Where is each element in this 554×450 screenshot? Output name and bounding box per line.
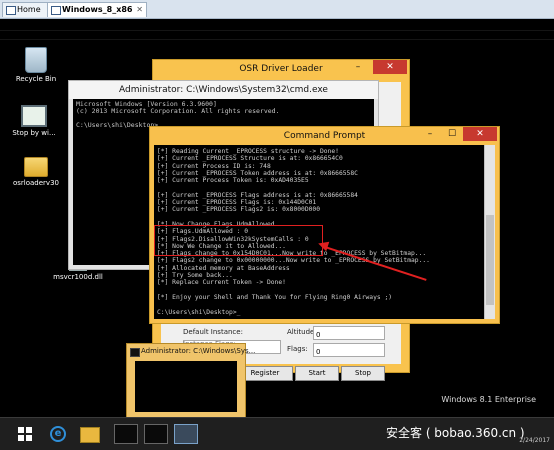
internet-explorer-icon[interactable]: e — [50, 426, 66, 442]
console-line: [+] Current Process ID is: 748 — [157, 162, 271, 170]
windows-edition-watermark: Windows 8.1 Enterprise — [441, 395, 536, 404]
preview-title: Administrator: C:\Windows\Sys... — [141, 347, 256, 355]
file-explorer-icon[interactable] — [80, 427, 100, 443]
cmd-icon — [130, 348, 140, 357]
console-line: [+] Current _EPROCESS Structure is at: 0… — [157, 155, 343, 163]
tab-home-label: Home — [17, 5, 41, 14]
admin-cmd-title: Administrator: C:\Windows\System32\cmd.e… — [69, 81, 378, 99]
start-icon-part — [26, 435, 32, 441]
taskbar-cmd-1[interactable] — [114, 424, 138, 444]
tab-windows-8-x86[interactable]: Windows_8_x86 ✕ — [47, 2, 147, 17]
console-line: [*] Enjoy your Shell and Thank You for F… — [157, 293, 393, 301]
taskbar-cmd-3[interactable] — [174, 424, 198, 444]
highlight-annotation-box — [154, 225, 323, 256]
desktop-icon-stop-by[interactable]: Stop by wi... — [6, 105, 62, 137]
site-watermark: 安全客 ( bobao.360.cn ) — [386, 426, 525, 440]
default-instance-label: Default Instance: — [183, 328, 243, 336]
flags-field[interactable]: 0 — [313, 343, 385, 357]
scrollbar-thumb[interactable] — [486, 215, 494, 305]
desktop-line — [0, 30, 554, 31]
console-line: [+] Current _EPROCESS Token address is a… — [157, 169, 358, 177]
console-line: [+] Current _EPROCESS Flags2 is: 0x8000D… — [157, 206, 321, 214]
taskbar-cmd-2[interactable] — [144, 424, 168, 444]
desktop-icon-osrloader[interactable]: osrloaderv30 — [8, 157, 64, 187]
start-service-button[interactable]: Start Service — [295, 366, 339, 390]
console-line: C:\Users\shi\Desktop>_ — [157, 308, 241, 316]
desktop-line — [0, 39, 554, 40]
start-icon-part — [18, 427, 24, 433]
desktop-icon-label: Stop by wi... — [12, 129, 56, 137]
tab-vm-label: Windows_8_x86 — [62, 5, 133, 14]
preview-thumbnail — [135, 361, 237, 412]
desktop-icon-label: Recycle Bin — [15, 75, 57, 83]
altitude-value: 0 — [316, 331, 321, 339]
start-icon-part — [18, 435, 24, 441]
desktop-icon-recycle-bin[interactable]: Recycle Bin — [8, 47, 64, 83]
console-line: [*] Replace Current Token -> Done! — [157, 279, 286, 287]
home-icon — [6, 6, 16, 15]
vm-icon — [51, 6, 61, 15]
console-line: [+] Current _EPROCESS Flags is: 0x144D0C… — [157, 199, 317, 207]
flags-value: 0 — [316, 348, 321, 356]
stop-service-button[interactable]: Stop Service — [341, 366, 385, 390]
folder-icon — [24, 157, 48, 177]
monitor-icon — [21, 105, 47, 127]
console-line: [+] Flags2 change to 0x00000000...Now wr… — [157, 257, 430, 265]
altitude-field[interactable]: 0 — [313, 326, 385, 340]
desktop-icon-label: msvcr100d.dll — [53, 273, 103, 281]
console-scrollbar[interactable] — [484, 145, 495, 319]
desktop-icon-label: osrloaderv30 — [12, 179, 59, 187]
console-line: [+] Current Process Token is: 0xAD4035E5 — [157, 177, 309, 185]
flags-label: Flags: — [287, 345, 308, 353]
console-line: [+] Try Some back... — [157, 272, 233, 280]
console-line: [*] Reading Current _EPROCESS structure … — [157, 148, 339, 155]
maximize-button[interactable]: ☐ — [441, 127, 463, 141]
osr-window-title: OSR Driver Loader — [153, 60, 409, 78]
console-line: (c) 2013 Microsoft Corporation. All righ… — [76, 107, 280, 115]
taskbar-date: 2/24/2017 — [519, 437, 550, 444]
vm-tab-bar: Home Windows_8_x86 ✕ — [0, 0, 554, 19]
start-button[interactable] — [18, 427, 32, 441]
close-button[interactable]: ✕ — [373, 60, 407, 74]
console-line: [+] Allocated memory at BaseAddress — [157, 264, 290, 272]
recycle-bin-icon — [25, 47, 47, 73]
taskbar-preview[interactable]: Administrator: C:\Windows\Sys... — [126, 343, 255, 418]
close-button[interactable]: ✕ — [463, 127, 497, 141]
minimize-button[interactable]: – — [419, 127, 441, 141]
console-line: [+] Current _EPROCESS Flags address is a… — [157, 191, 358, 199]
minimize-button[interactable]: – — [347, 60, 369, 74]
start-icon-part — [26, 427, 32, 433]
close-icon[interactable]: ✕ — [136, 3, 143, 17]
